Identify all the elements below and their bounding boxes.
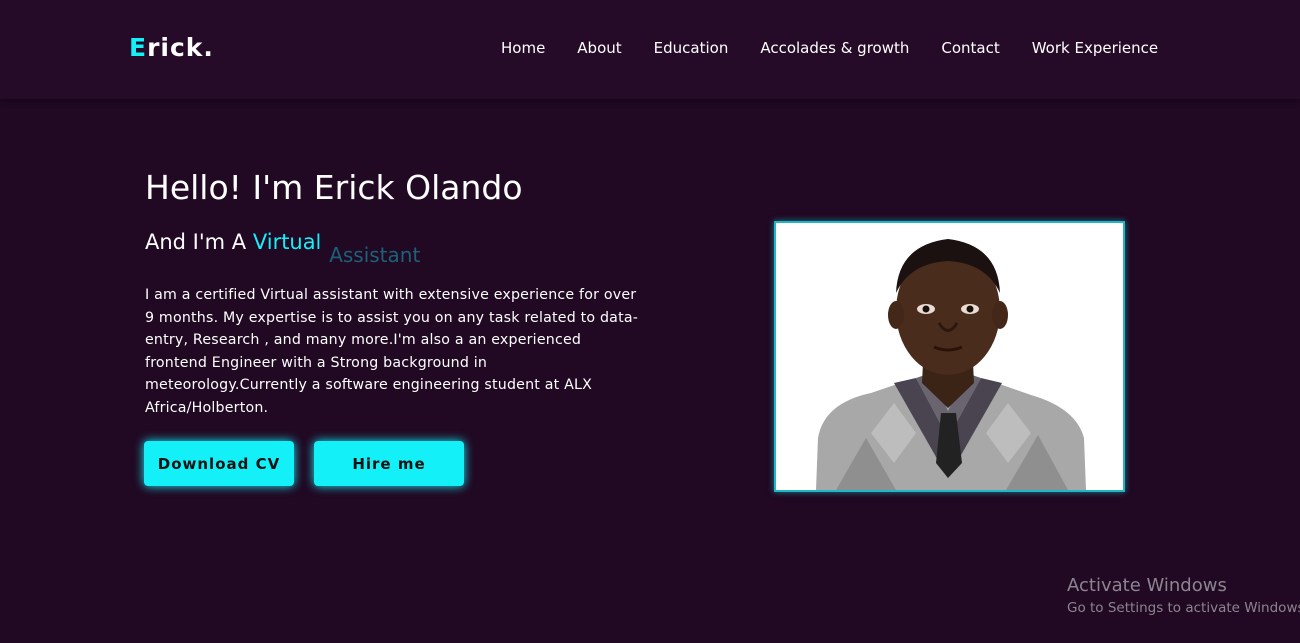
nav-about-link[interactable]: About: [577, 39, 621, 57]
subtitle-prefix: And I'm A: [145, 230, 253, 254]
profile-portrait: [776, 223, 1123, 490]
nav-home-link[interactable]: Home: [501, 39, 545, 57]
ghost-role-text: Assistant: [329, 243, 421, 267]
typed-role-text: Virtua: [252, 230, 316, 254]
nav-contact-link[interactable]: Contact: [941, 39, 999, 57]
hero-subtitle: And I'm A Virtual Assistant: [145, 230, 420, 267]
nav-work-experience-link[interactable]: Work Experience: [1032, 39, 1158, 57]
hire-me-button[interactable]: Hire me: [314, 441, 464, 486]
main-nav: Home About Education Accolades & growth …: [501, 39, 1158, 57]
logo-first-letter: E: [129, 33, 148, 62]
logo-rest: rick.: [147, 33, 214, 62]
navbar: Erick. Home About Education Accolades & …: [0, 0, 1300, 99]
hero-title: Hello! I'm Erick Olando: [145, 168, 523, 207]
site-logo[interactable]: Erick.: [129, 33, 214, 62]
hero-bio: I am a certified Virtual assistant with …: [145, 287, 639, 416]
typing-cursor: l: [315, 230, 322, 254]
activate-windows-subtitle: Go to Settings to activate Windows.: [1067, 600, 1300, 616]
download-cv-button[interactable]: Download CV: [144, 441, 294, 486]
nav-accolades-link[interactable]: Accolades & growth: [760, 39, 909, 57]
nav-education-link[interactable]: Education: [654, 39, 729, 57]
profile-photo: [774, 221, 1125, 492]
activate-windows-title: Activate Windows: [1067, 575, 1227, 596]
portfolio-page: Erick. Home About Education Accolades & …: [0, 0, 1300, 643]
